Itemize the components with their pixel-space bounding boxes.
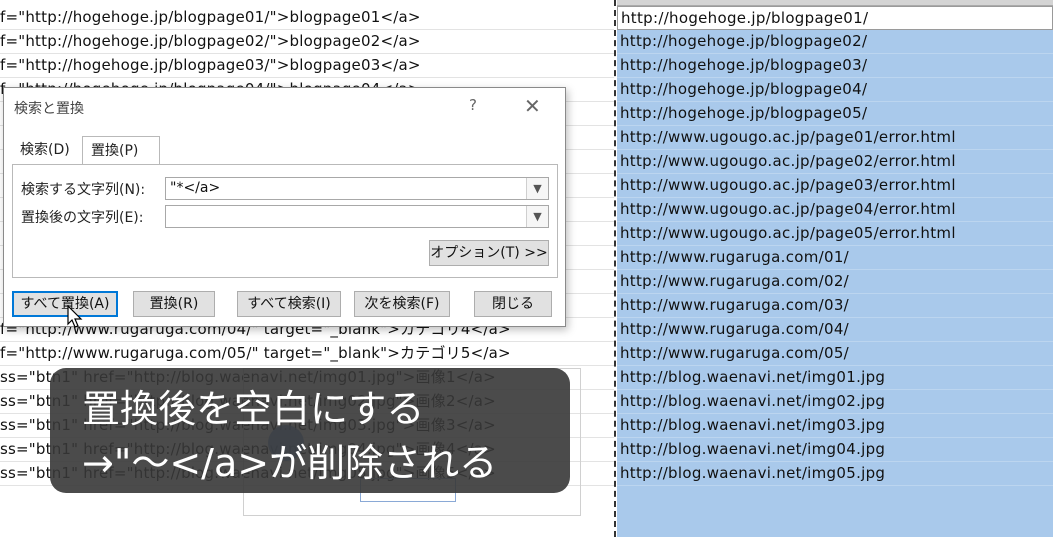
- cell-b-20[interactable]: http://blog.waenavi.net/img05.jpg: [617, 462, 1053, 486]
- cell-b-18[interactable]: http://blog.waenavi.net/img03.jpg: [617, 414, 1053, 438]
- cell-b-8[interactable]: http://www.ugougo.ac.jp/page03/error.htm…: [617, 174, 1053, 198]
- mouse-pointer-icon: [67, 305, 83, 328]
- find-all-button[interactable]: すべて検索(I): [237, 291, 341, 317]
- cell-a-3[interactable]: f="http://hogehoge.jp/blogpage03/">blogp…: [0, 54, 614, 78]
- cell-b-6[interactable]: http://www.ugougo.ac.jp/page01/error.htm…: [617, 126, 1053, 150]
- cell-a-15[interactable]: f="http://www.rugaruga.com/05/" target="…: [0, 342, 614, 366]
- cell-b-2[interactable]: http://hogehoge.jp/blogpage02/: [617, 30, 1053, 54]
- cell-b-9[interactable]: http://www.ugougo.ac.jp/page04/error.htm…: [617, 198, 1053, 222]
- close-button[interactable]: 閉じる: [474, 291, 552, 317]
- replace-panel: 検索する文字列(N): "*</a> ▼ 置換後の文字列(E): ▼ オプション…: [12, 164, 558, 278]
- find-input-value: "*</a>: [170, 180, 221, 196]
- find-replace-dialog: 検索と置換 ? ✕ 検索(D) 置換(P) 検索する文字列(N): "*</a>…: [3, 87, 566, 327]
- tab-find[interactable]: 検索(D): [12, 136, 82, 164]
- cell-b-17[interactable]: http://blog.waenavi.net/img02.jpg: [617, 390, 1053, 414]
- find-input[interactable]: "*</a> ▼: [165, 177, 549, 200]
- cell-b-3[interactable]: http://hogehoge.jp/blogpage03/: [617, 54, 1053, 78]
- replace-label: 置換後の文字列(E):: [21, 210, 144, 226]
- cell-a-2[interactable]: f="http://hogehoge.jp/blogpage02/">blogp…: [0, 30, 614, 54]
- find-label: 検索する文字列(N):: [21, 182, 146, 198]
- replace-button[interactable]: 置換(R): [133, 291, 215, 317]
- replace-input[interactable]: ▼: [165, 205, 549, 228]
- cell-b-4[interactable]: http://hogehoge.jp/blogpage04/: [617, 78, 1053, 102]
- replace-all-button[interactable]: すべて置換(A): [12, 291, 118, 317]
- dialog-title: 検索と置換: [14, 101, 84, 117]
- chevron-down-icon[interactable]: ▼: [526, 206, 548, 227]
- caption-line-1: 置換後を空白にする: [82, 387, 425, 431]
- cell-b-14[interactable]: http://www.rugaruga.com/04/: [617, 318, 1053, 342]
- cell-b-11[interactable]: http://www.rugaruga.com/01/: [617, 246, 1053, 270]
- close-icon[interactable]: ✕: [524, 94, 541, 118]
- cell-b-10[interactable]: http://www.ugougo.ac.jp/page05/error.htm…: [617, 222, 1053, 246]
- caption-overlay: 置換後を空白にする →"～</a>が削除される: [50, 368, 570, 493]
- find-next-button[interactable]: 次を検索(F): [354, 291, 450, 317]
- cell-b-19[interactable]: http://blog.waenavi.net/img04.jpg: [617, 438, 1053, 462]
- cell-a-1[interactable]: f="http://hogehoge.jp/blogpage01/">blogp…: [0, 6, 614, 30]
- cell-b-1[interactable]: http://hogehoge.jp/blogpage01/: [617, 6, 1053, 30]
- cell-b-7[interactable]: http://www.ugougo.ac.jp/page02/error.htm…: [617, 150, 1053, 174]
- cell-b-12[interactable]: http://www.rugaruga.com/02/: [617, 270, 1053, 294]
- cell-b-5[interactable]: http://hogehoge.jp/blogpage05/: [617, 102, 1053, 126]
- column-b-selection[interactable]: http://hogehoge.jp/blogpage01/http://hog…: [617, 0, 1053, 537]
- chevron-down-icon[interactable]: ▼: [526, 178, 548, 199]
- cell-b-15[interactable]: http://www.rugaruga.com/05/: [617, 342, 1053, 366]
- help-icon[interactable]: ?: [469, 96, 477, 114]
- options-button[interactable]: オプション(T) >>: [429, 240, 549, 266]
- cell-b-13[interactable]: http://www.rugaruga.com/03/: [617, 294, 1053, 318]
- cell-b-16[interactable]: http://blog.waenavi.net/img01.jpg: [617, 366, 1053, 390]
- caption-line-2: →"～</a>が削除される: [82, 441, 498, 485]
- tab-replace[interactable]: 置換(P): [82, 136, 160, 164]
